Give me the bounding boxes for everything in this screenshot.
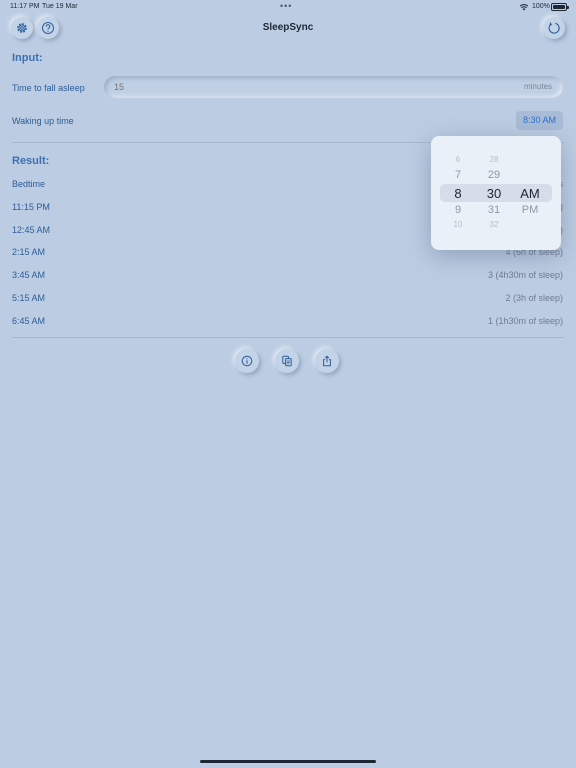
info-icon [241,355,253,367]
picker-option[interactable]: 29 [479,169,509,181]
bedtime-value: 3:45 AM [12,270,46,280]
bedtime-header: Bedtime [12,179,46,189]
reset-button[interactable] [543,17,565,39]
minutes-unit-label: minutes [523,82,552,91]
copy-icon [282,355,292,367]
multitasking-dots-icon[interactable]: ••• [280,1,292,11]
picker-option[interactable]: 28 [479,155,509,164]
cycles-value: 3 (4h30m of sleep) [487,270,563,280]
page-title: SleepSync [262,22,314,33]
input-heading: Input: [12,52,43,64]
fall-asleep-label: Time to fall asleep [12,83,85,93]
bedtime-value: 2:15 AM [12,247,46,257]
divider [12,337,564,338]
picker-option[interactable]: PM [513,204,547,216]
result-row: 5:15 AM 2 (3h of sleep) [0,293,576,307]
cycles-value: 2 (3h of sleep) [505,293,563,303]
picker-option[interactable]: 31 [479,204,509,216]
result-row: 3:45 AM 3 (4h30m of sleep) [0,270,576,284]
wakeup-time-button[interactable]: 8:30 AM [516,111,563,130]
bedtime-value: 11:15 PM [12,202,50,212]
refresh-icon [548,22,560,34]
bedtime-value: 12:45 AM [12,225,51,235]
battery-percent: 100% [532,3,550,10]
share-button[interactable] [315,349,339,373]
result-row: 6:45 AM 1 (1h30m of sleep) [0,316,576,330]
wakeup-time-label: Waking up time [12,116,74,126]
status-date: Tue 19 Mar [42,3,78,10]
wifi-icon [519,4,529,11]
picker-option[interactable]: 10 [443,220,473,229]
cycles-value: 1 (1h30m of sleep) [487,316,563,326]
picker-option[interactable]: 32 [479,220,509,229]
result-heading: Result: [12,155,50,167]
picker-option-selected[interactable]: 8 [443,186,473,201]
picker-option[interactable]: 9 [443,204,473,216]
share-icon [323,355,331,367]
status-time: 11:17 PM [10,3,40,10]
picker-option[interactable]: 6 [443,155,473,164]
picker-option-selected[interactable]: AM [513,186,547,201]
battery-icon [551,3,569,11]
copy-button[interactable] [275,349,299,373]
time-picker-popover[interactable]: 6 7 8 9 10 28 29 30 31 32 AM PM [431,136,561,250]
picker-option-selected[interactable]: 30 [479,186,509,201]
fall-asleep-field[interactable]: minutes [104,76,563,98]
status-bar: 11:17 PM Tue 19 Mar ••• 100% [0,0,576,14]
bedtime-value: 6:45 AM [12,316,46,326]
picker-option[interactable]: 7 [443,169,473,181]
home-indicator[interactable] [200,760,376,763]
bedtime-value: 5:15 AM [12,293,46,303]
info-button[interactable] [235,349,259,373]
fall-asleep-input[interactable] [114,76,494,98]
